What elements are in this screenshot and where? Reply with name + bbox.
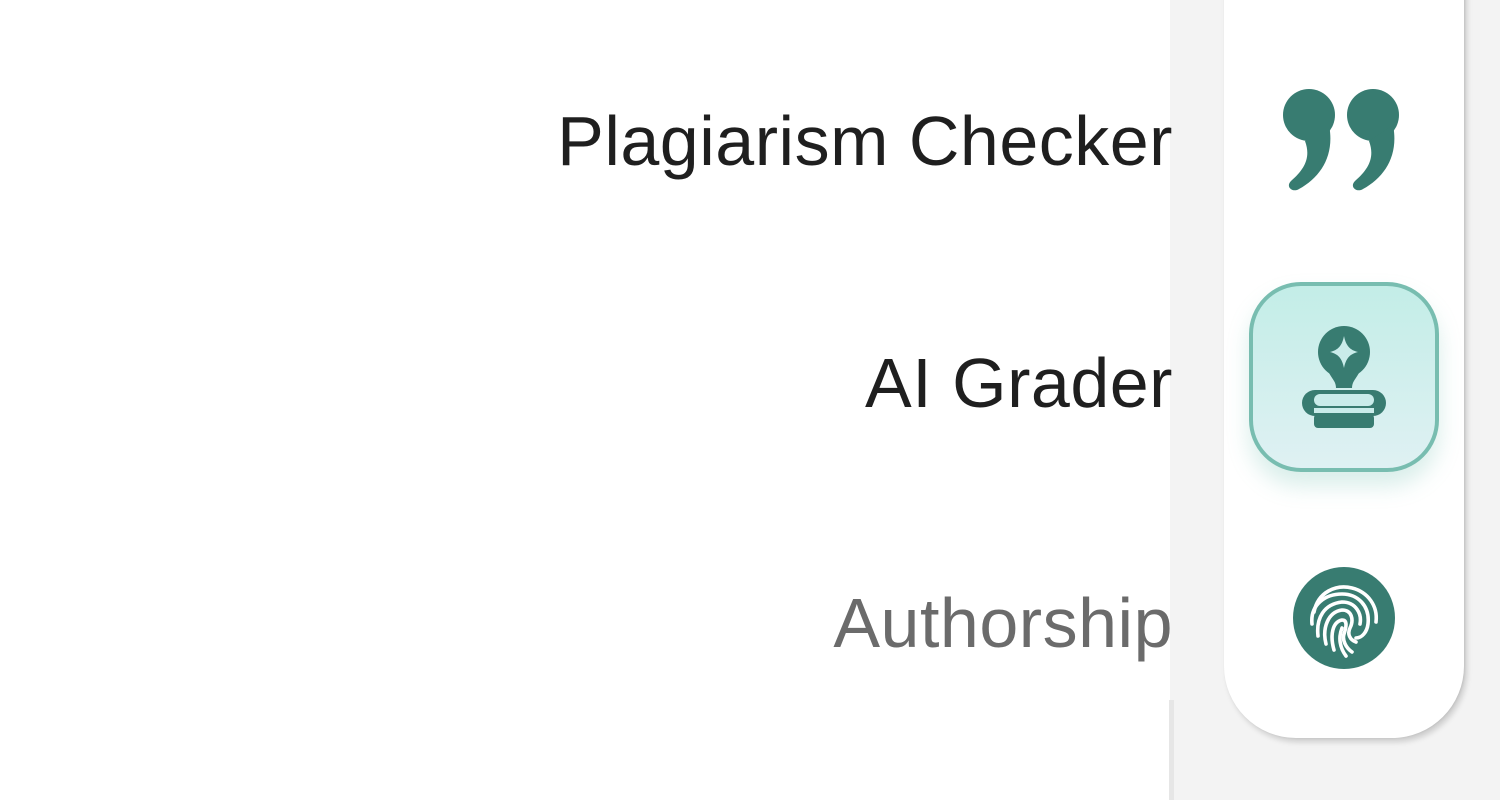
app-stage: Plagiarism Checker AI Grader Authorship	[0, 0, 1500, 800]
fingerprint-icon	[1293, 567, 1395, 669]
tool-label-authorship[interactable]: Authorship	[833, 588, 1173, 658]
backdrop-divider	[1169, 700, 1174, 800]
tool-label-plagiarism-checker[interactable]: Plagiarism Checker	[557, 106, 1173, 176]
tool-label-ai-grader[interactable]: AI Grader	[865, 348, 1173, 418]
ai-grader-button[interactable]	[1249, 282, 1439, 472]
plagiarism-checker-button[interactable]	[1249, 45, 1439, 235]
authorship-button[interactable]	[1249, 523, 1439, 713]
quote-icon	[1283, 89, 1399, 191]
stamp-sparkle-icon	[1302, 326, 1386, 428]
